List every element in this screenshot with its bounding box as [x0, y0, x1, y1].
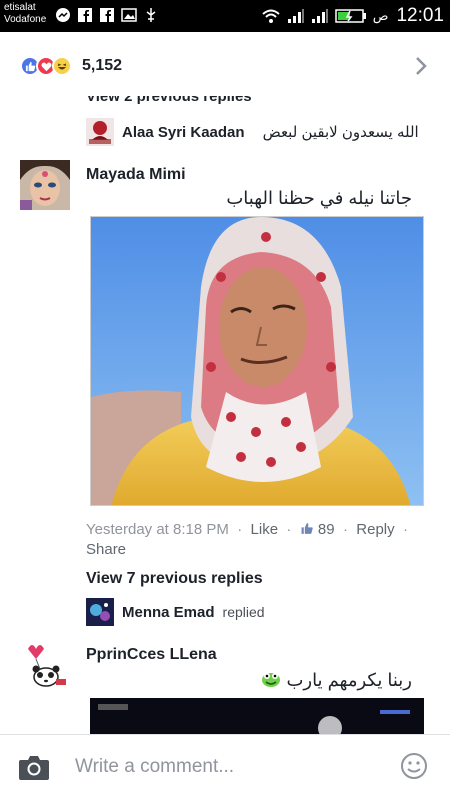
- reply-author[interactable]: Alaa Syri Kaadan: [122, 124, 245, 141]
- reply-author[interactable]: Menna Emad: [122, 604, 215, 621]
- notification-icons: [55, 7, 159, 23]
- reply-action: replied: [222, 604, 265, 620]
- comment-photo[interactable]: [90, 216, 424, 506]
- sticker-smiley-icon[interactable]: [400, 752, 428, 780]
- reply-text: الله يسعدون لابقين لبعض: [262, 124, 419, 141]
- view-previous-replies[interactable]: View 7 previous replies: [86, 570, 263, 588]
- reactions-header[interactable]: 5,152: [0, 32, 450, 98]
- comment-input[interactable]: Write a comment...: [75, 756, 234, 778]
- clock: 12:01: [396, 5, 444, 26]
- reply-item[interactable]: Menna Emad replied: [86, 598, 265, 626]
- comment-text: ربنا يكرمهم يارب: [261, 670, 412, 691]
- status-right: ص 12:01: [261, 5, 444, 27]
- avatar[interactable]: [20, 160, 70, 210]
- like-count-value: 89: [317, 521, 335, 538]
- comment-timestamp: Yesterday at 8:18 PM: [86, 521, 229, 538]
- messenger-icon: [56, 8, 70, 22]
- reaction-summary[interactable]: 5,152: [20, 56, 122, 76]
- comments-feed[interactable]: View 2 previous replies Alaa Syri Kaadan…: [0, 96, 450, 734]
- facebook-icon-2: [100, 8, 114, 22]
- usb-debug-icon: [146, 8, 156, 22]
- ampm-label: ص: [372, 8, 389, 23]
- comment-text-value: ربنا يكرمهم يارب: [286, 670, 412, 690]
- comment-video-thumbnail[interactable]: [90, 698, 424, 734]
- wifi-icon: [262, 9, 280, 23]
- reply-item[interactable]: Alaa Syri Kaadan الله يسعدون لابقين لبعض: [86, 118, 419, 146]
- reply-button[interactable]: Reply: [356, 521, 394, 538]
- carrier-line-1: etisalat: [4, 2, 36, 13]
- emoji-icon: [262, 673, 281, 687]
- comment-meta: Yesterday at 8:18 PM · Like · 89 · Reply…: [86, 521, 408, 558]
- chevron-right-icon[interactable]: [414, 56, 428, 76]
- avatar[interactable]: [86, 598, 114, 626]
- comment-author[interactable]: Mayada Mimi: [86, 166, 186, 184]
- share-button[interactable]: Share: [86, 541, 126, 558]
- like-button[interactable]: Like: [251, 521, 279, 538]
- camera-icon[interactable]: [18, 753, 50, 781]
- avatar[interactable]: [20, 639, 70, 689]
- signal-icon-2: [311, 9, 328, 23]
- battery-icon: [334, 9, 366, 23]
- comment-composer[interactable]: Write a comment...: [0, 734, 450, 800]
- carrier-line-2: Vodafone: [4, 14, 47, 25]
- facebook-icon: [78, 8, 92, 22]
- carrier-label: etisalat Vodafone: [4, 2, 46, 26]
- comment-text: جاتنا نيله في حظنا الهباب: [226, 188, 412, 208]
- reaction-count: 5,152: [82, 57, 123, 74]
- comment-author[interactable]: PprinCces LLena: [86, 646, 217, 664]
- image-icon: [121, 8, 137, 22]
- avatar[interactable]: [86, 118, 114, 146]
- status-bar: etisalat Vodafone ص 12:01: [0, 0, 450, 32]
- thumbs-up-icon: [301, 523, 313, 534]
- signal-icon: [287, 9, 304, 23]
- haha-icon: [52, 56, 72, 76]
- view-previous-replies-top[interactable]: View 2 previous replies: [86, 96, 252, 105]
- like-count[interactable]: 89: [300, 521, 339, 538]
